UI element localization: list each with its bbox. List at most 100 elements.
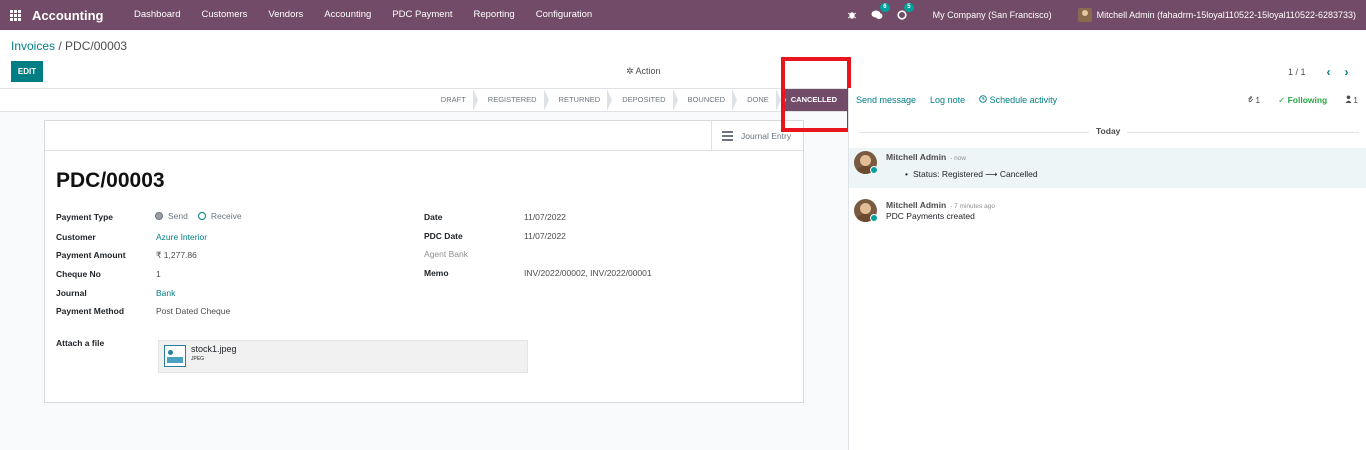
edit-button[interactable]: EDIT bbox=[11, 61, 43, 82]
image-file-icon bbox=[164, 345, 186, 367]
status-step-deposited[interactable]: DEPOSITED bbox=[612, 89, 678, 111]
navbar-systray: 6 5 My Company (San Francisco) Mitchell … bbox=[847, 0, 1366, 30]
memo-label: Memo bbox=[424, 268, 449, 278]
attachments-button[interactable]: 1 bbox=[1247, 95, 1260, 105]
payment-method-label: Payment Method bbox=[56, 306, 125, 316]
chatter: Send message Log note Schedule activity … bbox=[848, 88, 1366, 450]
attachments-count: 1 bbox=[1255, 95, 1261, 105]
radio-receive[interactable] bbox=[197, 212, 206, 220]
cheque-no-value: 1 bbox=[156, 269, 161, 279]
log-note-button[interactable]: Log note bbox=[930, 95, 965, 105]
highlight-box bbox=[781, 57, 851, 132]
pdc-date-value: 11/07/2022 bbox=[524, 231, 566, 241]
user-avatar bbox=[1077, 8, 1092, 22]
followers-count: 1 bbox=[1353, 95, 1358, 105]
customer-value[interactable]: Azure Interior bbox=[156, 232, 207, 242]
payment-method-value: Post Dated Cheque bbox=[156, 306, 231, 316]
main-menu: Dashboard Customers Vendors Accounting P… bbox=[124, 0, 603, 30]
journal-value[interactable]: Bank bbox=[156, 288, 175, 298]
chatter-message: Mitchell Admin - now Status: Registered ⟶… bbox=[849, 148, 1366, 188]
activities-badge: 5 bbox=[904, 3, 914, 12]
apps-menu-icon[interactable] bbox=[0, 0, 30, 30]
following-label: Following bbox=[1287, 94, 1328, 105]
menu-item-accounting[interactable]: Accounting bbox=[314, 0, 382, 30]
menu-item-pdc-payment[interactable]: PDC Payment bbox=[382, 0, 463, 30]
message-time: - now bbox=[950, 155, 967, 162]
paperclip-icon bbox=[1248, 95, 1254, 103]
followers-button[interactable]: 1 bbox=[1345, 95, 1358, 105]
attachment-card[interactable]: stock1.jpeg JPEG bbox=[158, 340, 528, 373]
attachment-name[interactable]: stock1.jpeg bbox=[191, 344, 237, 354]
chatter-message: Mitchell Admin - 7 minutes ago PDC Paymen… bbox=[849, 196, 1366, 226]
send-message-button[interactable]: Send message bbox=[856, 95, 916, 105]
button-box: Journal Entry bbox=[45, 121, 803, 151]
journal-label: Journal bbox=[56, 288, 87, 298]
message-author-name[interactable]: Mitchell Admin bbox=[886, 200, 946, 210]
memo-value: INV/2022/00002, INV/2022/00001 bbox=[524, 268, 652, 278]
record-title: PDC/00003 bbox=[56, 169, 165, 192]
user-name: Mitchell Admin (fahadrm-15loyal110522-15… bbox=[1096, 10, 1356, 20]
message-time: - 7 minutes ago bbox=[950, 203, 995, 210]
radio-receive-label[interactable]: Receive bbox=[211, 211, 242, 221]
status-step-draft[interactable]: DRAFT bbox=[431, 89, 478, 111]
breadcrumb-separator: / bbox=[55, 39, 66, 53]
schedule-activity-label: Schedule activity bbox=[989, 95, 1058, 105]
message-author-name[interactable]: Mitchell Admin bbox=[886, 152, 946, 162]
message-author: Mitchell Admin - now bbox=[886, 152, 966, 162]
activities-icon[interactable]: 5 bbox=[897, 3, 914, 20]
attachment-type: JPEG bbox=[191, 356, 205, 362]
status-step-bounced[interactable]: BOUNCED bbox=[678, 89, 738, 111]
agent-bank-label: Agent Bank bbox=[424, 249, 468, 259]
radio-send[interactable] bbox=[155, 212, 163, 220]
attach-file-label: Attach a file bbox=[56, 338, 105, 348]
form-sheet: Journal Entry PDC/00003 Payment Type Sen… bbox=[44, 120, 804, 403]
messages-icon[interactable]: 6 bbox=[871, 3, 890, 20]
chatter-topbar: Send message Log note Schedule activity … bbox=[849, 88, 1366, 112]
pager-value[interactable]: 1 / 1 bbox=[1288, 67, 1306, 77]
status-step-returned[interactable]: RETURNED bbox=[549, 89, 613, 111]
date-label: Date bbox=[424, 212, 443, 222]
date-value: 11/07/2022 bbox=[524, 212, 566, 222]
menu-item-configuration[interactable]: Configuration bbox=[525, 0, 603, 30]
pager-previous-icon[interactable]: ‹ bbox=[1320, 65, 1338, 79]
chatter-topbar-right: 1 ✓ Following 1 bbox=[1229, 88, 1358, 112]
action-dropdown[interactable]: ✲ Action bbox=[626, 66, 661, 77]
pdc-date-label: PDC Date bbox=[424, 231, 463, 241]
menu-item-customers[interactable]: Customers bbox=[191, 0, 258, 30]
customer-label: Customer bbox=[56, 232, 96, 242]
schedule-activity-button[interactable]: Schedule activity bbox=[979, 95, 1057, 105]
payment-type-radio: Send Receive bbox=[155, 211, 242, 221]
breadcrumb-current: PDC/00003 bbox=[65, 39, 128, 53]
menu-item-dashboard[interactable]: Dashboard bbox=[124, 0, 191, 30]
user-icon bbox=[1345, 95, 1352, 103]
cheque-no-label: Cheque No bbox=[56, 269, 101, 279]
bug-icon[interactable] bbox=[847, 10, 857, 20]
menu-item-reporting[interactable]: Reporting bbox=[463, 0, 525, 30]
company-switcher[interactable]: My Company (San Francisco) bbox=[933, 10, 1052, 20]
journal-entry-label: Journal Entry bbox=[741, 131, 792, 141]
date-separator: Today bbox=[1089, 126, 1128, 136]
clock-icon bbox=[979, 95, 987, 103]
pager-next-icon[interactable]: › bbox=[1338, 65, 1356, 79]
pager: 1 / 1 ‹ › bbox=[1288, 65, 1356, 79]
user-menu[interactable]: Mitchell Admin (fahadrm-15loyal110522-15… bbox=[1077, 8, 1356, 22]
online-status-icon bbox=[870, 166, 878, 174]
tracking-value: Status: Registered ⟶ Cancelled bbox=[905, 169, 1038, 180]
journal-entry-icon bbox=[722, 129, 733, 143]
message-author: Mitchell Admin - 7 minutes ago bbox=[886, 200, 995, 210]
payment-amount-label: Payment Amount bbox=[56, 250, 126, 260]
status-step-done[interactable]: DONE bbox=[737, 89, 781, 111]
menu-item-vendors[interactable]: Vendors bbox=[258, 0, 314, 30]
messages-badge: 6 bbox=[880, 3, 890, 12]
message-body: PDC Payments created bbox=[886, 211, 975, 221]
following-button[interactable]: ✓ Following bbox=[1278, 95, 1327, 106]
payment-amount-value: ₹ 1,277.86 bbox=[156, 250, 197, 260]
app-brand[interactable]: Accounting bbox=[32, 8, 104, 23]
breadcrumb-invoices[interactable]: Invoices bbox=[11, 39, 55, 53]
top-navbar: Accounting Dashboard Customers Vendors A… bbox=[0, 0, 1366, 30]
status-step-registered[interactable]: REGISTERED bbox=[478, 89, 549, 111]
payment-type-label: Payment Type bbox=[56, 212, 114, 222]
online-status-icon bbox=[870, 214, 878, 222]
radio-send-label[interactable]: Send bbox=[168, 211, 188, 221]
breadcrumb: Invoices / PDC/00003 bbox=[11, 39, 127, 53]
